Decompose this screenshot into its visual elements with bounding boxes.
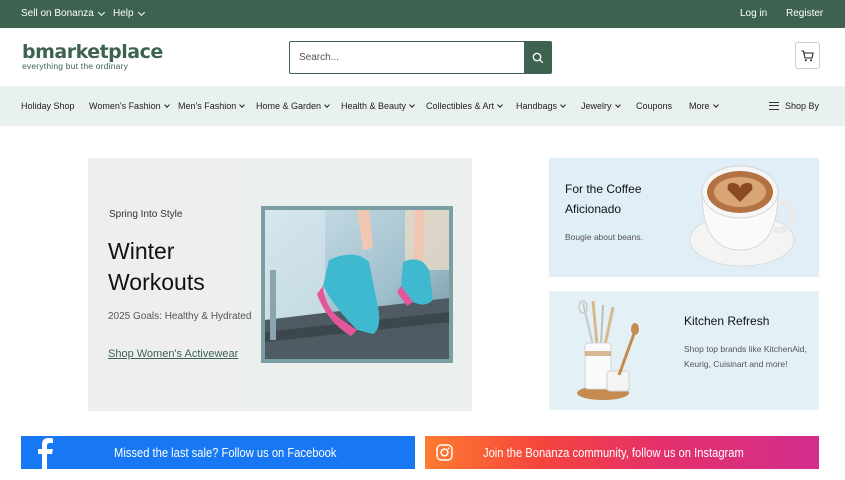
instagram-banner-text: Join the Bonanza community, follow us on… — [483, 445, 744, 460]
kitchen-promo-title: Kitchen Refresh — [684, 314, 770, 328]
chevron-down-icon — [409, 102, 415, 108]
search-bar — [289, 41, 552, 74]
category-nav: Holiday Shop Women's Fashion Men's Fashi… — [0, 86, 845, 126]
search-button[interactable] — [524, 42, 551, 73]
logo-tagline: everything but the ordinary — [22, 61, 129, 71]
site-logo[interactable]: bmarketplace everything but the ordinary — [22, 42, 163, 71]
treadmill-running-image — [261, 206, 453, 363]
nav-label: Holiday Shop — [21, 101, 75, 111]
nav-label: Men's Fashion — [178, 101, 237, 111]
nav-label: Handbags — [516, 101, 558, 111]
search-input[interactable] — [290, 42, 524, 73]
nav-label: More — [689, 101, 710, 111]
chevron-down-icon — [163, 102, 170, 108]
hero-kicker: Spring Into Style — [109, 209, 183, 220]
nav-home-garden[interactable]: Home & Garden — [256, 101, 330, 111]
chevron-down-icon — [560, 102, 566, 108]
help-menu[interactable]: Help — [113, 8, 145, 19]
site-header: bmarketplace everything but the ordinary — [0, 28, 845, 86]
coffee-promo-card[interactable]: For the Coffee Aficionado Bougie about b… — [549, 158, 819, 277]
nav-handbags[interactable]: Handbags — [516, 101, 566, 111]
nav-label: Home & Garden — [256, 101, 322, 111]
nav-health-beauty[interactable]: Health & Beauty — [341, 101, 415, 111]
chevron-down-icon — [324, 102, 330, 108]
nav-label: Coupons — [636, 101, 673, 111]
hamburger-icon — [768, 102, 779, 110]
shop-by-menu[interactable]: Shop By — [768, 101, 819, 111]
search-icon — [532, 52, 543, 63]
login-label: Log in — [740, 8, 768, 19]
chevron-down-icon — [712, 102, 719, 108]
instagram-icon — [436, 444, 453, 461]
hero-title: Winter Workouts — [108, 238, 205, 295]
nav-more[interactable]: More — [689, 101, 719, 111]
register-link[interactable]: Register — [786, 8, 823, 19]
nav-label: Health & Beauty — [341, 101, 407, 111]
coffee-promo-title: For the Coffee Aficionado — [565, 182, 642, 216]
nav-coupons[interactable]: Coupons — [636, 101, 672, 111]
facebook-icon — [38, 438, 53, 469]
hero-subtitle: 2025 Goals: Healthy & Hydrated — [108, 311, 252, 322]
coffee-cup-image — [689, 165, 796, 267]
hero-banner: Spring Into Style Winter Workouts 2025 G… — [88, 158, 472, 411]
cart-icon — [801, 49, 814, 61]
nav-mens-fashion[interactable]: Men's Fashion — [178, 101, 246, 111]
shop-womens-activewear-link[interactable]: Shop Women's Activewear — [108, 348, 238, 360]
cart-button[interactable] — [795, 42, 820, 69]
shop-by-label: Shop By — [784, 101, 819, 111]
top-utility-bar: Sell on Bonanza Help Log in Register — [0, 0, 845, 28]
coffee-promo-subtitle: Bougie about beans. — [565, 232, 643, 242]
logo-wordmark: bmarketplace — [22, 41, 163, 63]
chevron-down-icon — [497, 102, 503, 108]
nav-label: Women's Fashion — [89, 101, 161, 111]
nav-womens-fashion[interactable]: Women's Fashion — [89, 101, 170, 111]
nav-label: Collectibles & Art — [426, 101, 495, 111]
kitchen-promo-card[interactable]: Kitchen Refresh Shop top brands like Kit… — [549, 291, 819, 410]
chevron-down-icon — [239, 102, 246, 108]
facebook-follow-banner[interactable]: Missed the last sale? Follow us on Faceb… — [21, 436, 415, 469]
nav-collectibles-art[interactable]: Collectibles & Art — [426, 101, 503, 111]
chevron-down-icon — [97, 8, 105, 16]
register-label: Register — [786, 8, 824, 19]
login-link[interactable]: Log in — [740, 8, 767, 19]
nav-holiday-shop[interactable]: Holiday Shop — [21, 101, 75, 111]
help-label: Help — [113, 8, 134, 19]
facebook-banner-text: Missed the last sale? Follow us on Faceb… — [114, 445, 337, 460]
chevron-down-icon — [137, 8, 145, 16]
nav-label: Jewelry — [581, 101, 612, 111]
nav-jewelry[interactable]: Jewelry — [581, 101, 621, 111]
sell-on-bonanza-menu[interactable]: Sell on Bonanza — [21, 8, 105, 19]
kitchen-utensils-image — [577, 300, 639, 400]
sell-label: Sell on Bonanza — [21, 8, 94, 19]
instagram-follow-banner[interactable]: Join the Bonanza community, follow us on… — [425, 436, 819, 469]
chevron-down-icon — [614, 102, 621, 108]
kitchen-promo-subtitle: Shop top brands like KitchenAid, Keurig,… — [684, 344, 807, 369]
